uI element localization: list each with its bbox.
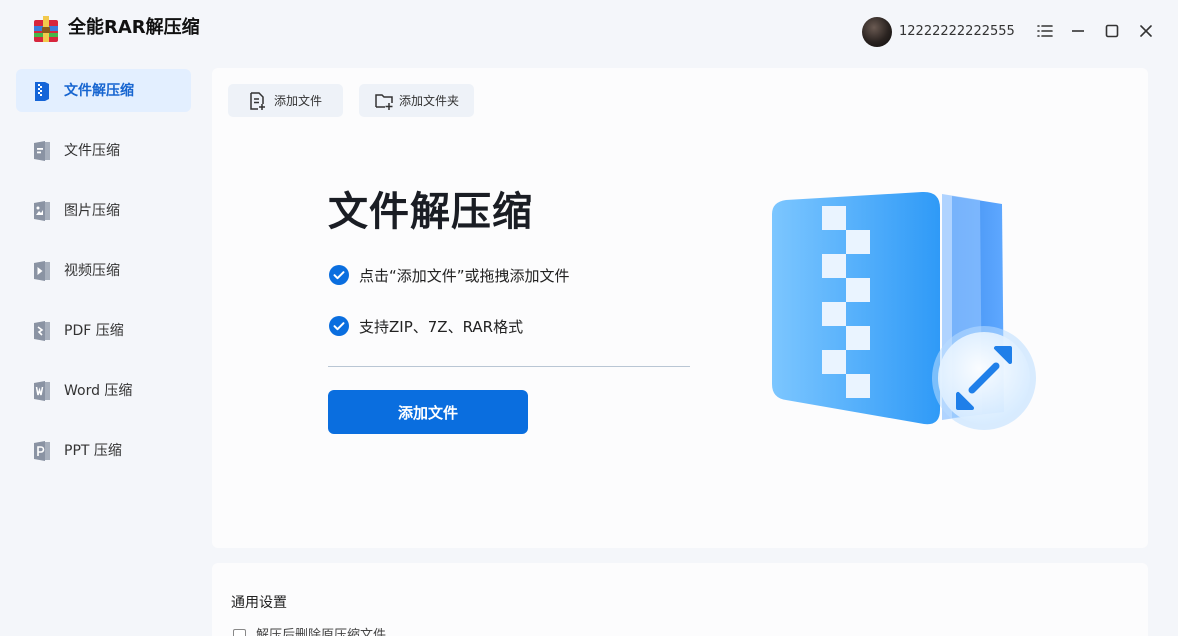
add-folder-toolbar-label: 添加文件夹	[399, 94, 460, 108]
sidebar-item-label: PPT 压缩	[64, 443, 122, 459]
sidebar-item-label: PDF 压缩	[64, 323, 124, 339]
zip-archive-illustration	[772, 191, 1036, 430]
feature-item: 点击“添加文件”或拖拽添加文件	[328, 264, 688, 288]
sidebar-item-label: 图片压缩	[64, 203, 120, 219]
menu-icon	[1037, 25, 1053, 37]
sidebar-item-video-compress[interactable]: 视频压缩	[16, 249, 191, 292]
sidebar-item-ppt-compress[interactable]: PPT 压缩	[16, 429, 191, 472]
app-window: 全能RAR解压缩 12222222222555 文件解压缩 文件压缩 图片压缩 …	[0, 0, 1178, 636]
feature-text: 支持ZIP、7Z、RAR格式	[359, 318, 524, 336]
feature-text: 点击“添加文件”或拖拽添加文件	[359, 267, 570, 285]
close-button[interactable]	[1135, 20, 1157, 42]
delete-after-extract-checkbox[interactable]	[233, 629, 246, 636]
image-compress-icon	[34, 201, 50, 221]
pdf-compress-icon	[34, 321, 50, 341]
avatar[interactable]	[862, 17, 892, 47]
word-compress-icon	[34, 381, 50, 401]
file-compress-icon	[34, 141, 50, 161]
settings-panel: 通用设置 解压后删除原压缩文件	[212, 563, 1148, 636]
ppt-compress-icon	[34, 441, 50, 461]
sidebar-item-label: 文件压缩	[64, 143, 120, 159]
sidebar-item-pdf-compress[interactable]: PDF 压缩	[16, 309, 191, 352]
archive-extract-icon	[35, 82, 49, 101]
add-file-button[interactable]: 添加文件	[328, 390, 528, 434]
add-file-icon	[250, 92, 265, 110]
delete-after-extract-label[interactable]: 解压后删除原压缩文件	[256, 627, 386, 636]
app-logo-icon	[34, 16, 58, 42]
sidebar-item-word-compress[interactable]: Word 压缩	[16, 369, 191, 412]
app-title: 全能RAR解压缩	[68, 17, 200, 38]
maximize-icon	[1105, 24, 1119, 38]
add-folder-toolbar-button[interactable]: 添加文件夹	[359, 84, 474, 117]
minimize-button[interactable]	[1067, 20, 1089, 42]
add-file-toolbar-button[interactable]: 添加文件	[228, 84, 343, 117]
sidebar-item-label: 文件解压缩	[64, 83, 134, 99]
sidebar-item-label: 视频压缩	[64, 263, 120, 279]
sidebar: 文件解压缩 文件压缩 图片压缩 视频压缩 PDF 压缩 Word 压缩 PPT …	[0, 62, 198, 636]
sidebar-item-file-compress[interactable]: 文件压缩	[16, 129, 191, 172]
divider	[328, 366, 690, 367]
close-icon	[1140, 25, 1152, 37]
username[interactable]: 12222222222555	[899, 23, 1015, 41]
check-circle-icon	[329, 265, 349, 285]
minimize-icon	[1072, 30, 1084, 32]
main-panel: 添加文件 添加文件夹 文件解压缩 点击“添加文件”或拖拽添加文件 支持ZIP、7…	[212, 68, 1148, 548]
title-bar: 全能RAR解压缩 12222222222555	[0, 0, 1178, 62]
page-title: 文件解压缩	[328, 189, 533, 235]
add-folder-icon	[375, 94, 393, 110]
menu-button[interactable]	[1034, 20, 1056, 42]
maximize-button[interactable]	[1101, 20, 1123, 42]
sidebar-item-label: Word 压缩	[64, 383, 133, 399]
add-file-toolbar-label: 添加文件	[274, 94, 323, 108]
settings-title: 通用设置	[231, 595, 287, 611]
video-compress-icon	[34, 261, 50, 281]
sidebar-item-extract[interactable]: 文件解压缩	[16, 69, 191, 112]
sidebar-item-image-compress[interactable]: 图片压缩	[16, 189, 191, 232]
check-circle-icon	[329, 316, 349, 336]
feature-item: 支持ZIP、7Z、RAR格式	[328, 315, 688, 339]
